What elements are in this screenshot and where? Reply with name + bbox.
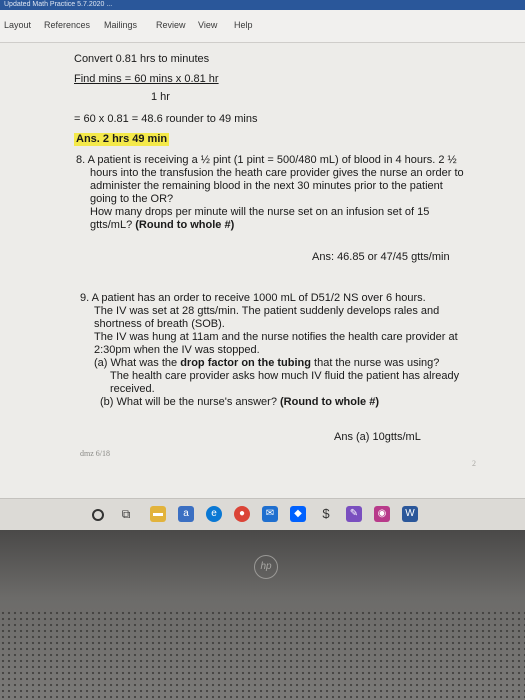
doc-line: Ans: 46.85 or 47/45 gtts/min [312,251,450,263]
doc-line: Ans (a) 10gtts/mL [334,431,421,443]
chrome-icon[interactable]: ● [234,506,250,522]
photos-icon[interactable]: ◉ [374,506,390,522]
author-note: dmz 6/18 [80,449,110,458]
doc-text: (a) What was the [94,357,181,369]
tab-help[interactable]: Help [234,20,253,30]
doc-line: 1 hr [151,91,170,103]
doc-line: Find mins = 60 mins x 0.81 hr [74,73,219,85]
doc-line: 2:30pm when the IV was stopped. [94,344,260,356]
doc-line: administer the remaining blood in the ne… [90,180,443,192]
tab-review[interactable]: Review [156,20,186,30]
word-icon[interactable]: W [402,506,418,522]
hp-logo: hp [254,555,278,579]
window-title: Updated Math Practice 5.7.2020 ... [4,1,113,8]
doc-line: going to the OR? [90,193,174,205]
doc-text-bold: (Round to whole #) [135,219,235,231]
doc-line: = 60 x 0.81 = 48.6 rounder to 49 mins [74,113,258,125]
doc-line: hours into the transfusion the heath car… [90,167,464,179]
doc-text: (b) What will be the nurse's answer? [100,396,277,408]
tab-view[interactable]: View [198,20,217,30]
speaker-grille [0,610,525,700]
answer-highlight: Ans. 2 hrs 49 min [74,133,170,146]
doc-text-bold: drop factor on the tubing [180,357,311,369]
file-explorer-icon[interactable]: ▬ [150,506,166,522]
paint-icon[interactable]: ✎ [346,506,362,522]
doc-text: gtts/mL? [90,219,133,231]
doc-line: 8. A patient is receiving a ½ pint (1 pi… [76,154,457,166]
cortana-icon[interactable] [92,509,104,521]
ribbon-menu: Layout References Mailings Review View H… [0,10,525,43]
mail-icon[interactable]: ✉ [262,506,278,522]
tab-mailings[interactable]: Mailings [104,20,137,30]
cash-icon[interactable]: $ [318,506,334,522]
edge-icon[interactable]: e [206,506,222,522]
doc-text: that the nurse was using? [310,357,440,369]
doc-line: 9. A patient has an order to receive 100… [80,292,426,304]
doc-line: How many drops per minute will the nurse… [90,206,430,218]
doc-line: The IV was hung at 11am and the nurse no… [94,331,458,343]
document-page[interactable]: Convert 0.81 hrs to minutes Find mins = … [0,43,525,498]
task-view-icon[interactable]: ⧉ [118,506,134,522]
doc-line: gtts/mL? (Round to whole #) [90,219,234,232]
tab-references[interactable]: References [44,20,90,30]
doc-line: The health care provider asks how much I… [110,370,460,382]
doc-line: received. [110,383,155,395]
dropbox-icon[interactable]: ◆ [290,506,306,522]
doc-line: The IV was set at 28 gtts/min. The patie… [94,305,440,317]
doc-line: (a) What was the drop factor on the tubi… [94,357,439,370]
window-title-bar: Updated Math Practice 5.7.2020 ... [0,0,525,10]
store-icon[interactable]: a [178,506,194,522]
tab-layout[interactable]: Layout [4,20,31,30]
doc-line: Convert 0.81 hrs to minutes [74,53,210,65]
laptop-screen: Updated Math Practice 5.7.2020 ... Layou… [0,0,525,530]
taskbar: ⧉ ▬ a e ● ✉ ◆ $ ✎ ◉ W [0,498,525,530]
doc-line: (b) What will be the nurse's answer? (Ro… [100,396,379,409]
doc-line: shortness of breath (SOB). [94,318,225,330]
page-number: 2 [472,459,476,468]
doc-text-bold: (Round to whole #) [280,396,379,408]
